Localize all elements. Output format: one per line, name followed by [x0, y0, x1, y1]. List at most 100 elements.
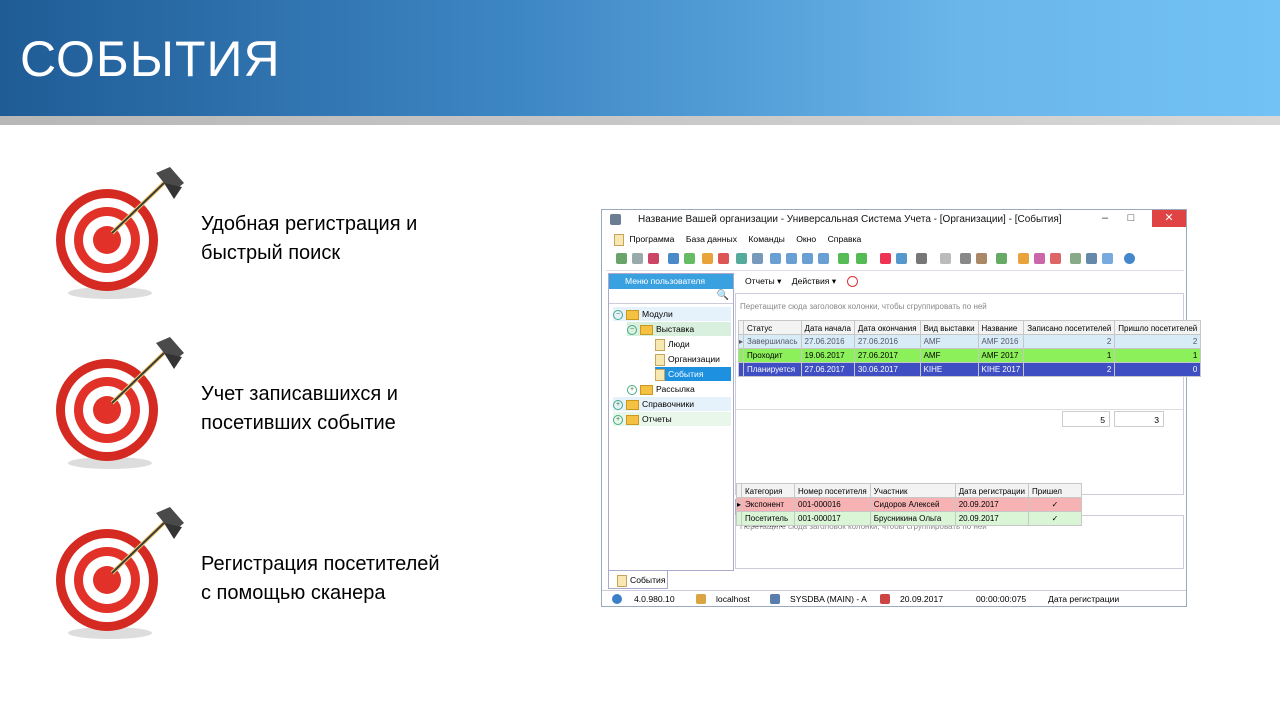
- close-button[interactable]: ✕: [1152, 210, 1186, 227]
- main-toolbar: [606, 248, 1184, 271]
- users-icon[interactable]: [1034, 253, 1045, 264]
- copy-icon[interactable]: [632, 253, 643, 264]
- reports-dropdown[interactable]: Отчеты ▾: [745, 276, 781, 286]
- expand-toggle-icon[interactable]: +: [627, 384, 637, 395]
- calendar-icon[interactable]: [1070, 253, 1081, 264]
- events-grid-panel: Перетащите сюда заголовок колонки, чтобы…: [735, 293, 1202, 495]
- header-divider: [0, 116, 1280, 125]
- attended-checkbox[interactable]: ✓: [1028, 497, 1083, 512]
- column-header[interactable]: Категория: [741, 483, 796, 498]
- tree-item-directories[interactable]: + Справочники: [613, 397, 731, 411]
- document-icon: [655, 368, 665, 381]
- tree-item-organizations[interactable]: Организации: [655, 352, 720, 366]
- excel-icon[interactable]: [856, 253, 867, 264]
- document-icon: [655, 338, 665, 351]
- send-icon[interactable]: [1102, 253, 1113, 264]
- folder-icon: [626, 414, 639, 425]
- printer-icon[interactable]: [1086, 253, 1097, 264]
- app-menu-icon[interactable]: [614, 233, 624, 246]
- column-header[interactable]: Статус: [743, 320, 802, 335]
- tree-item-reports[interactable]: + Отчеты: [613, 412, 731, 426]
- column-header[interactable]: Номер посетителя: [794, 483, 871, 498]
- info-icon[interactable]: [1124, 253, 1135, 264]
- status-version: 4.0.980.10: [634, 594, 675, 604]
- column-header[interactable]: Дата регистрации: [954, 483, 1030, 498]
- column-header[interactable]: Дата начала: [800, 320, 855, 335]
- column-header[interactable]: Название: [977, 320, 1025, 335]
- window-title: Название Вашей организации - Универсальн…: [638, 214, 1062, 225]
- chart-icon[interactable]: [996, 253, 1007, 264]
- collapse-toggle-icon[interactable]: −: [613, 309, 623, 320]
- expand-toggle-icon[interactable]: +: [613, 399, 623, 410]
- search-icon[interactable]: [668, 253, 679, 264]
- table-row[interactable]: Планируется 27.06.2017 30.06.2017 KIHE K…: [737, 362, 1202, 377]
- window-titlebar[interactable]: Название Вашей организации - Универсальн…: [602, 210, 1186, 230]
- collapse-icon[interactable]: [752, 253, 763, 264]
- actions-dropdown[interactable]: Действия ▾: [792, 276, 836, 286]
- down-icon[interactable]: [802, 253, 813, 264]
- table-row[interactable]: ▸ Экспонент 001-000016 Сидоров Алексей 2…: [735, 497, 1083, 512]
- up-icon[interactable]: [786, 253, 797, 264]
- attended-total: 3: [1114, 411, 1164, 427]
- table-row[interactable]: Посетитель 001-000017 Брусникина Ольга 2…: [735, 511, 1083, 526]
- export-icon[interactable]: [838, 253, 849, 264]
- slide-header: СОБЫТИЯ: [0, 0, 1280, 116]
- column-header[interactable]: Участник: [869, 483, 956, 498]
- maximize-button[interactable]: □: [1118, 210, 1144, 227]
- user-menu-panel: Меню пользователя 🔍 − Модули − Выставка Лю…: [608, 273, 734, 571]
- magnifier-icon[interactable]: 🔍: [717, 290, 729, 301]
- refresh-icon[interactable]: [684, 253, 695, 264]
- folder-icon: [640, 324, 653, 335]
- column-header[interactable]: Пришло посетителей: [1114, 320, 1202, 335]
- tab-events[interactable]: События: [608, 571, 668, 589]
- folder-icon: [640, 384, 653, 395]
- last-icon[interactable]: [818, 253, 829, 264]
- target-icon: [56, 167, 184, 299]
- column-header[interactable]: Записано посетителей: [1023, 320, 1116, 335]
- first-icon[interactable]: [770, 253, 781, 264]
- menu-help[interactable]: Справка: [828, 231, 862, 247]
- app-window: Название Вашей организации - Универсальн…: [601, 209, 1202, 607]
- column-header[interactable]: Вид выставки: [919, 320, 979, 335]
- table-row[interactable]: Проходит 19.06.2017 27.06.2017 AMF AMF 2…: [737, 348, 1202, 363]
- column-header[interactable]: Дата окончания: [853, 320, 921, 335]
- expand-toggle-icon[interactable]: +: [613, 414, 623, 425]
- window-new-icon[interactable]: [880, 253, 891, 264]
- new-record-icon[interactable]: [616, 253, 627, 264]
- window-list-icon[interactable]: [896, 253, 907, 264]
- expand-icon[interactable]: [736, 253, 747, 264]
- tree-item-exhibition[interactable]: − Выставка: [627, 322, 731, 336]
- print-icon[interactable]: [916, 253, 927, 264]
- tree-item-people[interactable]: Люди: [655, 337, 690, 351]
- filter-icon[interactable]: [702, 253, 713, 264]
- delete-icon[interactable]: [648, 253, 659, 264]
- column-header[interactable]: Пришел: [1028, 483, 1083, 498]
- menu-program[interactable]: Программа: [629, 231, 674, 247]
- lock-icon[interactable]: [1018, 253, 1029, 264]
- user-icon: [770, 594, 780, 604]
- tree-item-events[interactable]: События: [655, 367, 731, 381]
- feature-item-1: Удобная регистрация и быстрый поиск: [52, 165, 532, 305]
- events-table: Статус Дата начала Дата окончания Вид вы…: [737, 320, 1202, 377]
- feature-item-2: Учет записавшихся и посетивших событие: [52, 335, 532, 475]
- forward-icon[interactable]: [940, 253, 951, 264]
- attended-checkbox[interactable]: ✓: [1028, 511, 1083, 526]
- refresh-icon[interactable]: [846, 276, 858, 288]
- clear-filter-icon[interactable]: [718, 253, 729, 264]
- nav-search[interactable]: 🔍: [609, 289, 733, 304]
- status-host: localhost: [716, 594, 750, 604]
- document-icon: [655, 353, 665, 366]
- collapse-toggle-icon[interactable]: −: [627, 324, 637, 335]
- minimize-button[interactable]: –: [1092, 210, 1118, 227]
- menu-database[interactable]: База данных: [686, 231, 737, 247]
- tools-icon[interactable]: [960, 253, 971, 264]
- tree-item-mailing[interactable]: + Рассылка: [627, 382, 695, 396]
- table-row[interactable]: ▸ Завершилась 27.06.2016 27.06.2016 AMF …: [737, 334, 1202, 349]
- link-icon[interactable]: [1050, 253, 1061, 264]
- tree-item-modules[interactable]: − Модули: [613, 307, 731, 321]
- menu-commands[interactable]: Команды: [748, 231, 784, 247]
- settings-icon[interactable]: [976, 253, 987, 264]
- menu-window[interactable]: Окно: [796, 231, 816, 247]
- status-user: SYSDBA (MAIN) - A: [790, 594, 867, 604]
- feature-2-line-1: Учет записавшихся и: [201, 383, 398, 405]
